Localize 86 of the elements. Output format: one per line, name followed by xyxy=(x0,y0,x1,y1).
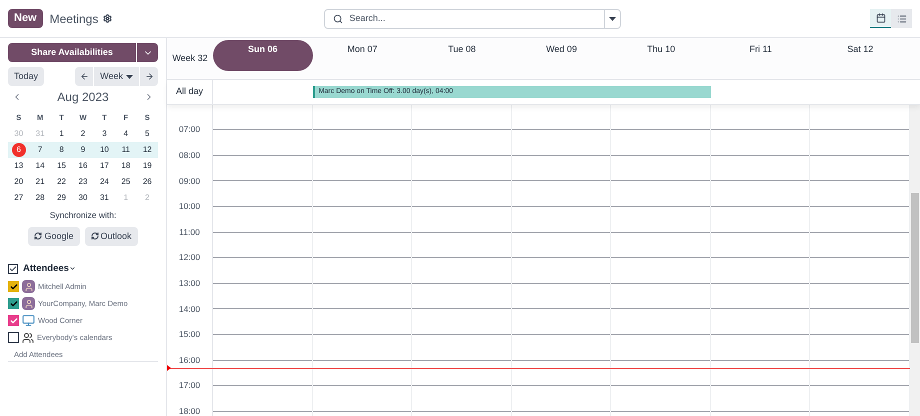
mini-calendar-day[interactable]: 29 xyxy=(57,192,66,204)
mini-calendar-day[interactable]: 25 xyxy=(121,176,130,188)
mini-calendar-day[interactable]: 3 xyxy=(102,128,107,140)
mini-calendar-day[interactable]: 15 xyxy=(57,160,66,172)
all-day-label: All day xyxy=(167,80,213,104)
hour-label: 18:00 xyxy=(178,404,200,416)
mini-calendar-day[interactable]: 14 xyxy=(36,160,45,172)
chevron-down-icon xyxy=(68,265,76,272)
hour-label: 14:00 xyxy=(178,302,200,316)
hour-label: 07:00 xyxy=(178,123,200,136)
day-header[interactable]: Mon 07 xyxy=(312,40,412,71)
hour-label: 17:00 xyxy=(178,379,200,392)
search-bar[interactable]: Search... xyxy=(324,8,622,28)
caret-icon xyxy=(609,16,616,20)
monitor-icon xyxy=(22,314,35,327)
refresh-icon xyxy=(90,232,98,240)
attendees-heading[interactable]: Attendees xyxy=(23,262,76,276)
mini-calendar-day[interactable]: 20 xyxy=(14,176,24,188)
mini-calendar-day[interactable]: 5 xyxy=(145,128,150,140)
hour-label: 16:00 xyxy=(178,354,200,367)
arrow-left-icon xyxy=(80,72,89,81)
new-button[interactable]: New xyxy=(8,9,43,28)
search-icon xyxy=(333,14,344,24)
mini-calendar-day[interactable]: 11 xyxy=(122,144,130,156)
month-label: Aug 2023 xyxy=(57,89,109,106)
mini-calendar-day[interactable]: 28 xyxy=(36,192,45,204)
search-input[interactable]: Search... xyxy=(349,12,604,26)
attendee-checkbox[interactable] xyxy=(8,298,19,309)
week-number: Week 32 xyxy=(171,52,209,65)
mini-calendar-day[interactable]: 4 xyxy=(124,128,128,140)
list-view-button[interactable] xyxy=(891,9,912,28)
mini-calendar-day[interactable]: 27 xyxy=(14,192,24,204)
mini-calendar-day[interactable]: 24 xyxy=(100,176,109,188)
mini-calendar-day[interactable]: 12 xyxy=(142,144,152,156)
hour-label: 15:00 xyxy=(178,328,200,341)
day-header[interactable]: Wed 09 xyxy=(512,40,612,71)
avatar-icon xyxy=(22,297,35,310)
sync-button[interactable]: Google xyxy=(28,226,80,246)
avatar-icon xyxy=(22,280,35,293)
scrollbar[interactable] xyxy=(910,105,920,416)
users-icon xyxy=(22,332,34,344)
mini-calendar-day[interactable]: 19 xyxy=(142,160,152,172)
mini-calendar-day[interactable]: 18 xyxy=(121,160,130,172)
day-header[interactable]: Sat 12 xyxy=(810,40,910,71)
hour-label: 11:00 xyxy=(179,226,200,239)
synchronize-label: Synchronize with: xyxy=(48,209,118,222)
caret-icon xyxy=(126,74,133,78)
mini-calendar-day[interactable]: 30 xyxy=(78,192,88,204)
mini-calendar-day[interactable]: 21 xyxy=(36,176,45,188)
mini-calendar-day[interactable]: 22 xyxy=(57,176,66,188)
mini-calendar-day[interactable]: 1 xyxy=(59,128,64,140)
mini-calendar-day[interactable]: 8 xyxy=(59,144,64,156)
today-button[interactable]: Today xyxy=(8,67,44,86)
attendee-checkbox[interactable] xyxy=(8,332,19,343)
mini-calendar-day[interactable]: 31 xyxy=(100,192,109,204)
attendee-checkbox[interactable] xyxy=(8,315,19,326)
mini-calendar-day[interactable]: 26 xyxy=(142,176,152,188)
day-header[interactable]: Tue 08 xyxy=(412,40,512,71)
arrow-right-icon xyxy=(144,72,154,81)
mini-calendar-day[interactable]: 2 xyxy=(80,128,86,140)
hour-label: 12:00 xyxy=(178,251,200,264)
mini-calendar-day[interactable]: 10 xyxy=(100,144,109,156)
attendee-checkbox[interactable] xyxy=(8,281,19,292)
hour-label: 09:00 xyxy=(178,174,200,188)
hour-label: 13:00 xyxy=(178,276,200,290)
day-header[interactable]: Thu 10 xyxy=(611,40,711,71)
share-availabilities-button[interactable]: Share Availabilities xyxy=(8,43,136,62)
settings-icon[interactable] xyxy=(103,14,112,23)
calendar-icon xyxy=(876,13,886,23)
mini-calendar-day[interactable]: 6 xyxy=(12,143,26,157)
mini-calendar-day[interactable]: 17 xyxy=(100,160,109,172)
hour-label: 08:00 xyxy=(178,149,200,162)
day-header[interactable]: Fri 11 xyxy=(710,40,810,71)
hour-label: 10:00 xyxy=(178,200,200,213)
attendees-checkbox[interactable] xyxy=(8,264,18,274)
share-options-button[interactable] xyxy=(137,43,158,62)
calendar-view-button[interactable] xyxy=(870,9,891,28)
mini-calendar-day[interactable]: 7 xyxy=(38,144,42,156)
refresh-icon xyxy=(34,232,42,240)
page-title: Meetings xyxy=(50,10,98,28)
mini-calendar-day[interactable]: 16 xyxy=(78,160,88,172)
mini-calendar-day[interactable]: 23 xyxy=(78,176,88,188)
day-header[interactable]: Sun 06 xyxy=(213,40,313,71)
mini-calendar-day[interactable]: 13 xyxy=(14,160,24,172)
mini-calendar-day[interactable]: 9 xyxy=(80,144,86,156)
sync-button[interactable]: Outlook xyxy=(84,226,138,246)
